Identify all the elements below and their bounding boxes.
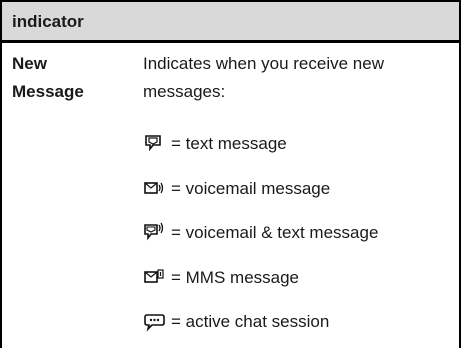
term-line-2: Message (12, 82, 84, 101)
list-item: = MMS message (143, 267, 299, 289)
mms-icon (143, 267, 165, 289)
list-item: = active chat session (143, 311, 329, 333)
item-label: = text message (171, 134, 287, 153)
header-label: indicator (12, 12, 84, 31)
term-cell: New Message (12, 50, 84, 106)
item-label: = voicemail & text message (171, 223, 379, 242)
indicator-table: indicator New Message Indicates when you… (0, 0, 461, 348)
item-label: = active chat session (171, 312, 330, 331)
voicemail-text-icon (143, 222, 165, 244)
description-line-2: messages: (143, 82, 226, 101)
chat-icon (143, 311, 165, 333)
item-label: = voicemail message (171, 179, 331, 198)
table-header: indicator (0, 0, 461, 43)
list-item: = voicemail & text message (143, 222, 378, 244)
term-line-1: New (12, 54, 47, 73)
voicemail-icon (143, 178, 165, 200)
list-item: = text message (143, 133, 287, 155)
text-message-icon (143, 133, 165, 155)
item-label: = MMS message (171, 268, 300, 287)
list-item: = voicemail message (143, 178, 330, 200)
description-line-1: Indicates when you receive new (143, 54, 384, 73)
description-cell: Indicates when you receive new messages: (143, 50, 443, 106)
